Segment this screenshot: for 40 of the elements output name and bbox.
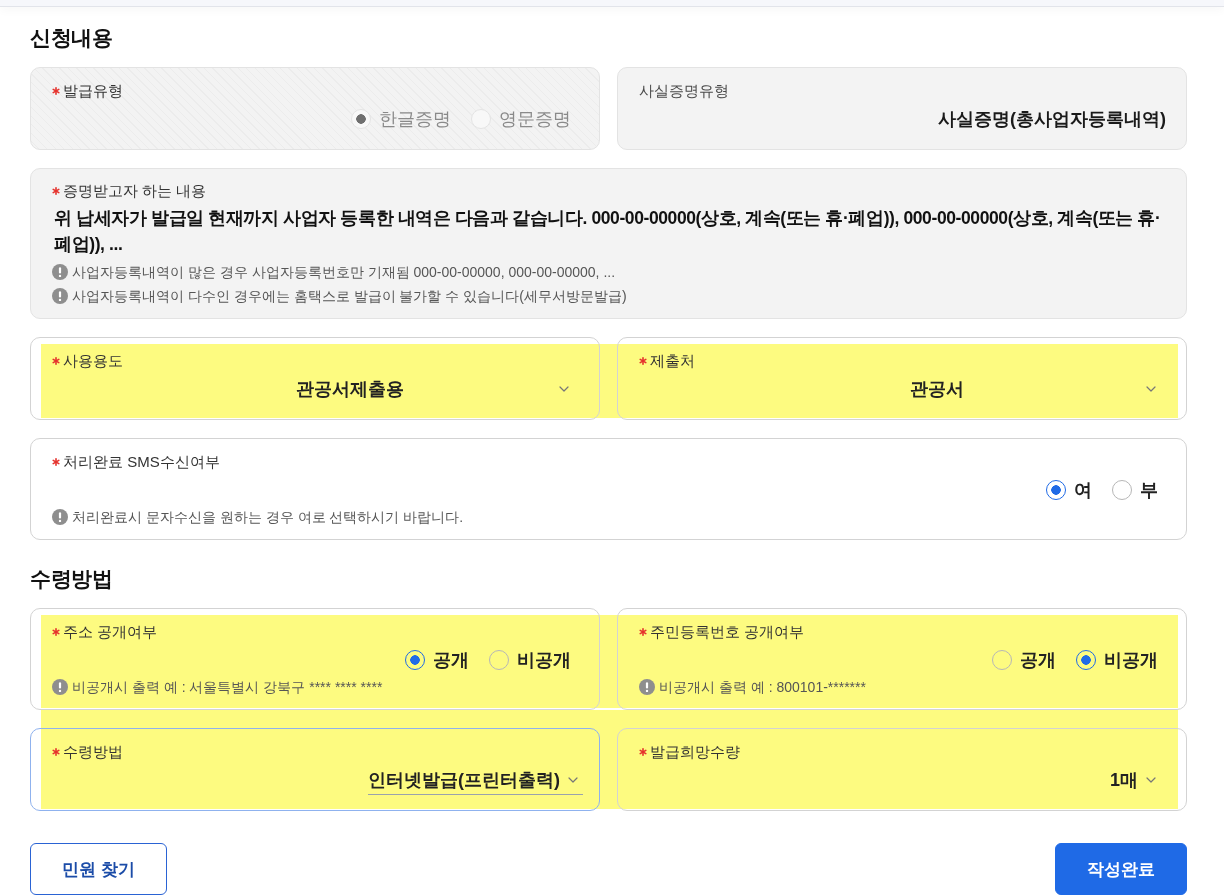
- exclamation-icon: [52, 509, 68, 525]
- chevron-down-icon: [559, 386, 569, 392]
- exclamation-icon: [52, 264, 68, 280]
- field-label: 발급유형: [63, 81, 123, 101]
- radio-option[interactable]: 공개: [405, 648, 469, 672]
- radio-option[interactable]: 공개: [992, 648, 1056, 672]
- field-label: 증명받고자 하는 내용: [63, 181, 207, 201]
- chevron-down-icon: [1146, 777, 1156, 783]
- select-field[interactable]: 관공서제출용: [149, 374, 569, 404]
- field-label: 제출처: [650, 351, 695, 371]
- field-label: 주민등록번호 공개여부: [650, 622, 805, 642]
- section-title: 수령방법: [30, 566, 112, 592]
- radio-option[interactable]: 비공개: [489, 648, 571, 672]
- exclamation-icon: [639, 679, 655, 695]
- exclamation-icon: [52, 288, 68, 304]
- field-label: 처리완료 SMS수신여부: [63, 452, 220, 472]
- field-label: 수령방법: [63, 742, 123, 762]
- field-label: 발급희망수량: [650, 742, 740, 762]
- field-label: 사실증명유형: [639, 81, 729, 101]
- field-value: 사실증명(총사업자등록내역): [938, 108, 1166, 131]
- help-text: 처리완료시 문자수신을 원하는 경우 여로 선택하시기 바랍니다.: [72, 508, 464, 527]
- action-button[interactable]: 작성완료: [1055, 843, 1187, 895]
- section-title: 신청내용: [30, 25, 112, 51]
- exclamation-icon: [52, 679, 68, 695]
- chevron-down-icon: [1146, 386, 1156, 392]
- field-value: 위 납세자가 발급일 현재까지 사업자 등록한 내역은 다음과 같습니다. 000-00-00000(상호, 계속(또는 휴·폐업)), 000-00-00000(상호, 계속(또는 휴·폐업)), ...: [53, 207, 1162, 256]
- select-field[interactable]: 1매: [1110, 765, 1156, 795]
- help-text: 비공개시 출력 예 : 800101-*******: [659, 678, 866, 697]
- radio-option[interactable]: 부: [1112, 478, 1158, 502]
- help-text: 비공개시 출력 예 : 서울특별시 강북구 **** **** ****: [72, 678, 383, 697]
- select-field[interactable]: 인터넷발급(프린터출력): [368, 765, 583, 795]
- select-field[interactable]: 관공서: [736, 374, 1156, 404]
- help-text: 사업자등록내역이 많은 경우 사업자등록번호만 기재됨 000-00-00000, 000-00-00000, ...: [72, 263, 616, 282]
- radio-option[interactable]: 비공개: [1076, 648, 1158, 672]
- field-label: 주소 공개여부: [63, 622, 158, 642]
- help-text: 사업자등록내역이 다수인 경우에는 홈택스로 발급이 불가할 수 있습니다(세무서방문발급): [72, 287, 627, 306]
- radio-option[interactable]: 여: [1046, 478, 1092, 502]
- action-button[interactable]: 민원 찾기: [30, 843, 167, 895]
- field-label: 사용용도: [63, 351, 123, 371]
- chevron-down-icon: [568, 776, 578, 783]
